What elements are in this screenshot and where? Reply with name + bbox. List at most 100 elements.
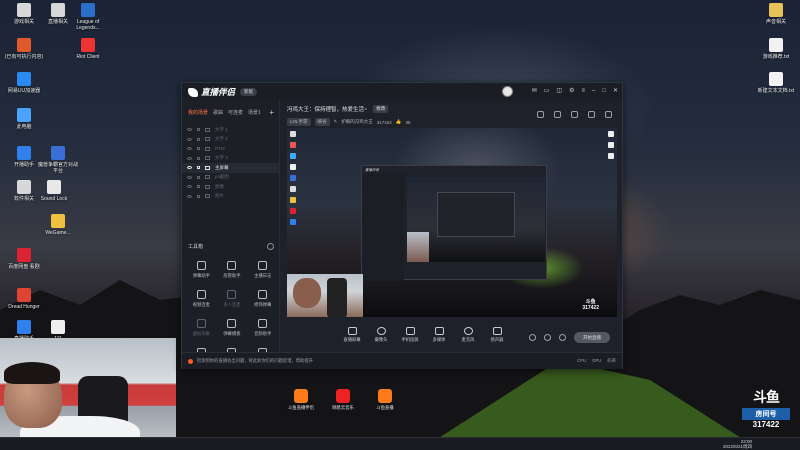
scene-tab[interactable]: 可连麦 xyxy=(228,109,243,116)
desktop-icon[interactable]: 百度网盘 看剧 xyxy=(4,248,44,270)
visibility-eye-icon[interactable] xyxy=(187,137,192,141)
desktop-icon[interactable]: 声音相关 xyxy=(756,3,796,25)
preview-webcam xyxy=(287,274,363,317)
visibility-eye-icon[interactable] xyxy=(187,185,192,189)
skin-icon[interactable]: ◫ xyxy=(556,87,562,95)
scene-item[interactable]: 图像 xyxy=(182,182,279,192)
start-stream-button[interactable]: 开始直播 xyxy=(574,332,610,343)
menu-icon[interactable]: ≡ xyxy=(581,87,585,95)
scene-item[interactable]: 文字 1 xyxy=(182,125,279,135)
scene-tab[interactable]: 我的场景 xyxy=(188,109,208,116)
close-icon[interactable]: ✕ xyxy=(613,87,618,95)
source-button[interactable]: 扬声器 xyxy=(487,327,507,343)
scene-item[interactable]: RTM xyxy=(182,144,279,154)
edit-title-button[interactable]: 修改 xyxy=(373,105,389,113)
watermark-room-number: 317422 xyxy=(752,420,780,429)
visibility-eye-icon[interactable] xyxy=(187,156,192,160)
toolbox-settings-icon[interactable] xyxy=(267,243,274,250)
version-badge[interactable]: 新版 xyxy=(240,88,258,96)
tool-button[interactable]: 修饰弹幕 xyxy=(247,288,278,313)
avatar[interactable] xyxy=(502,86,513,97)
visibility-eye-icon[interactable] xyxy=(187,128,192,132)
desktop-icon[interactable]: League of Legends... xyxy=(68,3,108,31)
desktop-icon[interactable]: Sound Lock xyxy=(34,180,74,202)
tool-button[interactable]: 房管助手 xyxy=(217,259,248,284)
mail-icon[interactable]: ✉ xyxy=(532,87,537,95)
settings-icon[interactable]: ⚙ xyxy=(569,87,574,95)
scene-item[interactable]: 图片 xyxy=(182,192,279,202)
visibility-eye-icon[interactable] xyxy=(187,175,192,179)
scene-tab[interactable]: 歌曲 xyxy=(213,109,223,116)
desktop-icon[interactable]: 新建文本文档.txt xyxy=(756,72,796,94)
tool-button[interactable]: 虚拟形象 xyxy=(186,317,217,342)
scene-item[interactable]: 主屏幕 xyxy=(182,163,279,173)
maximize-icon[interactable]: □ xyxy=(602,87,606,95)
lock-icon[interactable] xyxy=(197,185,200,189)
record-icon[interactable] xyxy=(571,111,578,118)
nested-webcam xyxy=(407,232,429,262)
streamer-hair xyxy=(4,362,60,384)
scene-item[interactable]: 文字 3 xyxy=(182,154,279,164)
tool-button[interactable]: 视频连麦 xyxy=(186,288,217,313)
tool-button[interactable]: 主播日志 xyxy=(247,259,278,284)
visibility-eye-icon[interactable] xyxy=(187,166,192,170)
camera-toggle-icon[interactable] xyxy=(529,334,536,341)
desktop-shortcut[interactable]: 网易云音乐 xyxy=(328,389,358,411)
source-button[interactable]: 麦克风 xyxy=(458,327,478,343)
source-button[interactable]: 手机投屏 xyxy=(400,327,420,343)
source-button[interactable]: 摄像头 xyxy=(371,327,391,343)
app-icon xyxy=(51,146,65,160)
tool-label: 修饰弹幕 xyxy=(254,302,272,307)
chat-icon[interactable]: ▭ xyxy=(544,87,550,95)
subcategory-tag[interactable]: 峡谷 xyxy=(314,118,330,126)
visibility-eye-icon[interactable] xyxy=(187,194,192,198)
desktop-icon-label: 网易UU加速器 xyxy=(7,88,41,94)
lock-icon[interactable] xyxy=(197,175,200,179)
category-tag[interactable]: LOL手游 xyxy=(287,118,311,126)
preview-watermark: 斗鱼 317422 xyxy=(582,299,599,311)
app-icon xyxy=(17,146,31,160)
desktop-icon[interactable]: 此电脑 xyxy=(4,108,44,130)
share-icon[interactable] xyxy=(605,111,612,118)
desktop-icon[interactable]: WeGame... xyxy=(38,214,78,236)
edit-pen-icon[interactable]: ✎ xyxy=(334,119,338,125)
desktop-icon[interactable]: 网易UU加速器 xyxy=(4,72,44,94)
text-file-icon xyxy=(769,38,783,52)
status-message[interactable]: 检测到你的直播会出问题，将此处你们的问题反馈，帮助提升 xyxy=(197,358,313,364)
info-icon[interactable] xyxy=(544,334,551,341)
lock-icon[interactable] xyxy=(197,137,200,141)
desktop-icon[interactable]: (已有可执行内容) xyxy=(4,38,44,60)
bell-icon[interactable] xyxy=(588,111,595,118)
toolbox-title: 工具箱 xyxy=(188,244,204,250)
source-button[interactable]: 多媒体 xyxy=(429,327,449,343)
visibility-eye-icon[interactable] xyxy=(187,147,192,151)
desktop-icon[interactable]: Dread Hunger xyxy=(4,288,44,310)
lock-icon[interactable] xyxy=(197,194,200,198)
desktop-icon[interactable]: Riot Client xyxy=(68,38,108,60)
tool-button[interactable]: 弹幕助手 xyxy=(186,259,217,284)
shortcut-icon xyxy=(294,389,308,403)
add-scene-icon[interactable]: + xyxy=(269,108,274,117)
settings-gear-icon[interactable] xyxy=(559,334,566,341)
lock-icon[interactable] xyxy=(197,156,200,160)
scene-item[interactable]: 文字 2 xyxy=(182,135,279,145)
lock-icon[interactable] xyxy=(197,128,200,132)
desktop-icon[interactable]: 魔兽争霸官方对战平台 xyxy=(38,146,78,174)
source-button[interactable]: 直播屏幕 xyxy=(342,327,362,343)
desktop-shortcut[interactable]: 斗鱼直播 xyxy=(370,389,400,411)
tool-button[interactable]: 多人连麦 xyxy=(217,288,248,313)
scene-tab[interactable]: 场景1 xyxy=(248,109,261,116)
tray-clock[interactable]: 23:00 2022/6/21周四 xyxy=(723,439,752,449)
tool-button[interactable]: 音频助手 xyxy=(247,317,278,342)
scene-item[interactable]: ps截图 xyxy=(182,173,279,183)
gift-icon[interactable] xyxy=(554,111,561,118)
lock-icon[interactable] xyxy=(197,147,200,151)
lock-icon[interactable] xyxy=(197,166,200,170)
minimize-icon[interactable]: – xyxy=(592,87,595,95)
stream-preview[interactable]: 直播伴侣 斗鱼 317422 xyxy=(287,128,617,317)
desktop-shortcut[interactable]: 斗鱼直播伴侣 xyxy=(286,389,316,411)
tool-button[interactable]: 弹幕模板 xyxy=(217,317,248,342)
desktop-icon[interactable]: 游戏推荐.txt xyxy=(756,38,796,60)
trash-icon[interactable] xyxy=(537,111,544,118)
tool-label: 多人连麦 xyxy=(223,302,241,307)
